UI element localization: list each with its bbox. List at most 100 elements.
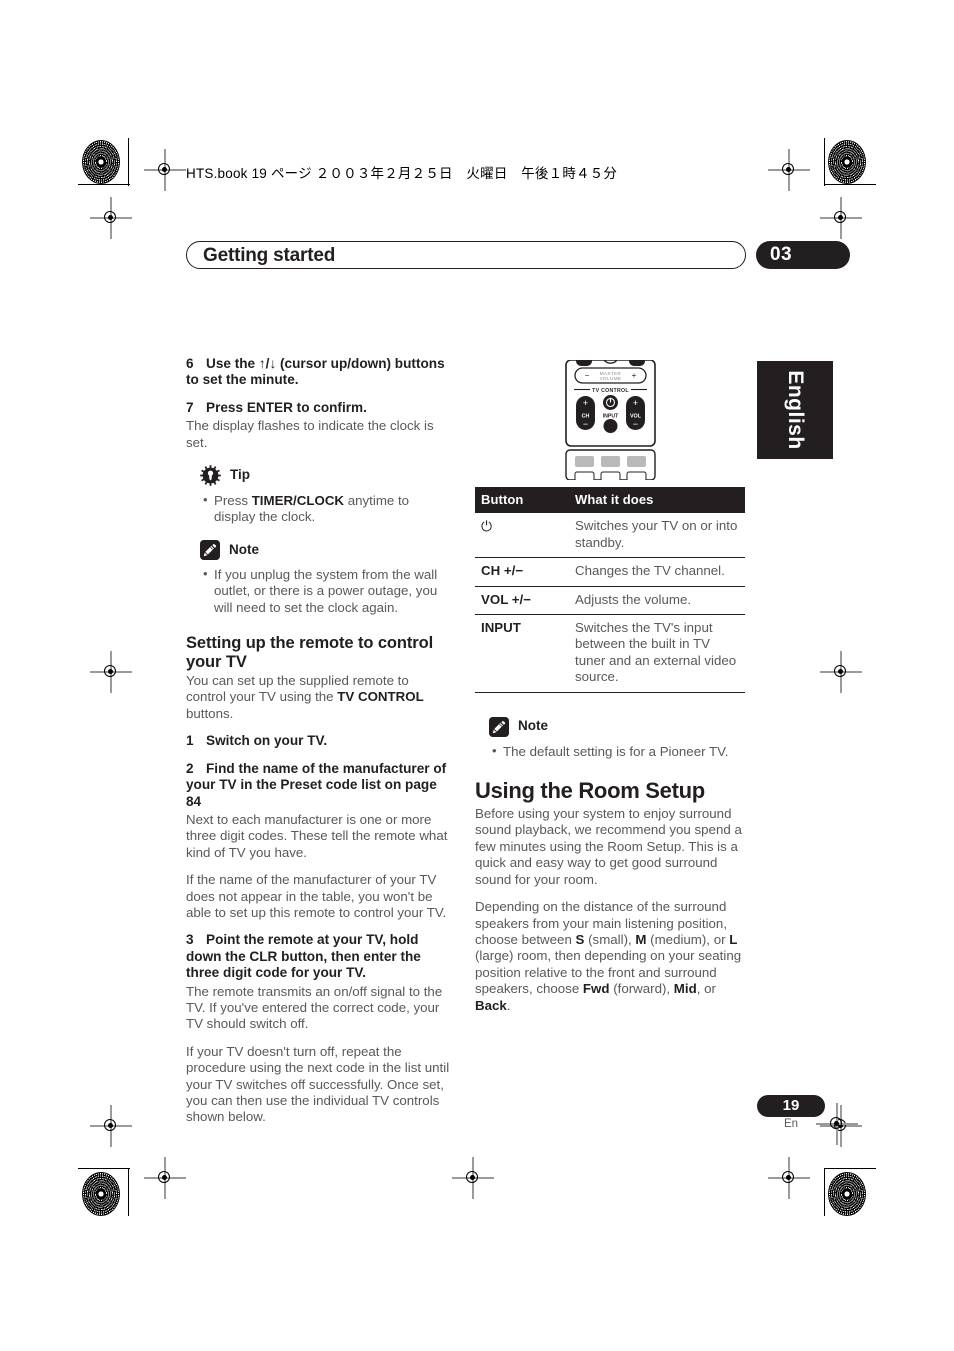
- table-row: VOL +/− Adjusts the volume.: [475, 586, 745, 616]
- tip-label: Tip: [230, 467, 250, 483]
- step-3-body-2: If your TV doesn't turn off, repeat the …: [186, 1043, 450, 1125]
- crop-mark-top-left-h: [78, 184, 130, 186]
- crop-mark-bottom-left-v: [128, 1168, 130, 1216]
- step-6-text: Use the ↑/↓ (cursor up/down) buttons to …: [186, 356, 445, 388]
- chapter-title-bar: Getting started: [186, 241, 746, 269]
- registration-mark-upper-left: [90, 197, 132, 239]
- column-header-button: Button: [475, 487, 569, 514]
- svg-text:INPUT: INPUT: [603, 414, 619, 420]
- table-row: INPUT Switches the TV's input between th…: [475, 614, 745, 693]
- table-cell-button: VOL +/−: [475, 586, 569, 616]
- crop-mark-top-left-v: [128, 138, 130, 186]
- left-text-column: 6 Use the ↑/↓ (cursor up/down) buttons to…: [186, 356, 451, 1137]
- rs-p2-seg6: , or: [696, 981, 716, 997]
- table-cell-description: Switches your TV on or into standby.: [569, 513, 745, 559]
- registration-mark-lower-left: [90, 1105, 132, 1147]
- step-2: 2 Find the name of the manufacturer of yo…: [186, 761, 451, 810]
- page-number: 19: [782, 1097, 800, 1114]
- step-1-text: Switch on your TV.: [206, 733, 328, 749]
- crop-mark-top-right-v: [824, 138, 826, 186]
- svg-text:+: +: [633, 398, 638, 408]
- step-6-number: 6: [186, 356, 194, 371]
- remote-control-illustration: − + MASTER VOLUME TV CONTROL + CH − INPU…: [563, 354, 658, 482]
- table-row: ⏻ Switches your TV on or into standby.: [475, 513, 745, 559]
- svg-text:+: +: [632, 371, 637, 380]
- table-cell-description: Changes the TV channel.: [569, 557, 745, 587]
- registration-mark-upper-right: [820, 197, 862, 239]
- remote-setup-intro: You can set up the supplied remote to co…: [186, 673, 451, 722]
- power-icon: ⏻: [475, 513, 569, 559]
- gear-icon: [200, 465, 221, 486]
- step-6: 6 Use the ↑/↓ (cursor up/down) buttons to…: [186, 356, 451, 389]
- rs-p2-bold-fwd: Fwd: [582, 981, 610, 997]
- note-bullet-list: If you unplug the system from the wall o…: [186, 566, 451, 616]
- step-2-number: 2: [186, 760, 194, 776]
- registration-rosette-bottom-left: [82, 1172, 120, 1216]
- page-title: Getting started: [203, 245, 336, 266]
- registration-mark-bottom-left: [144, 1157, 186, 1199]
- section-heading-room-setup: Using the Room Setup: [475, 778, 705, 804]
- step-7-text: Press ENTER to confirm.: [206, 399, 367, 415]
- registration-mark-top-left: [144, 149, 186, 191]
- step-2-body-1: Next to each manufacturer is one or more…: [186, 811, 448, 860]
- step-1: 1 Switch on your TV.: [186, 733, 451, 749]
- note-bullet-list: The default setting is for a Pioneer TV.: [475, 743, 745, 760]
- column-header-what-it-does: What it does: [569, 487, 745, 514]
- step-3-text: Point the remote at your TV, hold down t…: [186, 932, 421, 981]
- svg-text:VOLUME: VOLUME: [600, 376, 622, 381]
- registration-mark-bottom-center: [452, 1157, 494, 1199]
- tip-callout-header: Tip: [200, 465, 451, 486]
- tv-control-button-table: Button What it does ⏻ Switches your TV o…: [475, 487, 745, 693]
- registration-mark-bottom-right: [768, 1157, 810, 1199]
- rs-p2-seg7: .: [506, 997, 511, 1013]
- step-1-number: 1: [186, 733, 194, 749]
- tip-bullet-list: Press TIMER/CLOCK anytime to display the…: [186, 492, 451, 526]
- note-label: Note: [518, 718, 548, 734]
- rs-p2-seg5: (forward),: [609, 981, 674, 997]
- footer-language-code: En: [783, 1118, 799, 1130]
- remote-intro-post: buttons.: [186, 705, 234, 721]
- rs-p2-bold-mid: Mid: [673, 981, 697, 997]
- remote-intro-bold: TV CONTROL: [337, 689, 424, 705]
- table-cell-button: CH +/−: [475, 557, 569, 587]
- page-number-badge: 19: [757, 1095, 825, 1117]
- step-7-number: 7: [186, 399, 194, 415]
- registration-mark-top-right: [768, 149, 810, 191]
- list-item: If you unplug the system from the wall o…: [203, 566, 451, 616]
- room-setup-paragraph-1: Before using your system to enjoy surrou…: [475, 806, 742, 887]
- svg-text:+: +: [583, 398, 588, 408]
- language-tab-label: English: [784, 370, 807, 450]
- step-3-body-1: The remote transmits an on/off signal to…: [186, 983, 443, 1032]
- crop-mark-bottom-right-h: [824, 1168, 876, 1170]
- right-text-column: Button What it does ⏻ Switches your TV o…: [475, 487, 745, 1025]
- table-row: CH +/− Changes the TV channel.: [475, 557, 745, 587]
- tip-bullet-bold: TIMER/CLOCK: [251, 493, 345, 509]
- table-header-row: Button What it does: [475, 487, 745, 514]
- svg-text:−: −: [585, 371, 590, 380]
- note-label: Note: [229, 541, 259, 557]
- chapter-number-badge: 03: [756, 241, 850, 269]
- svg-text:TV CONTROL: TV CONTROL: [592, 388, 629, 394]
- rs-p2-seg3: (medium), or: [646, 931, 730, 947]
- document-page: HTS.book 19 ページ ２００３年２月２５日 火曜日 午後１時４５分 G…: [0, 0, 954, 1351]
- step-7: 7 Press ENTER to confirm.: [186, 400, 451, 416]
- tip-bullet-pre: Press: [214, 493, 252, 509]
- list-item: The default setting is for a Pioneer TV.: [492, 743, 745, 760]
- language-tab: English: [757, 361, 833, 459]
- table-cell-button: INPUT: [475, 614, 569, 693]
- crop-mark-bottom-right-v: [824, 1168, 826, 1216]
- pencil-icon: [489, 716, 509, 737]
- registration-mark-footer-right: [816, 1103, 858, 1145]
- note-callout-header: Note: [489, 716, 745, 737]
- svg-text:−: −: [633, 419, 638, 429]
- rs-p2-bold-l: L: [729, 931, 738, 947]
- table-cell-description: Adjusts the volume.: [569, 586, 745, 616]
- crop-mark-bottom-left-h: [78, 1168, 130, 1170]
- chapter-number: 03: [770, 244, 792, 265]
- step-2-body-2: If the name of the manufacturer of your …: [186, 872, 447, 920]
- step-3-number: 3: [186, 932, 194, 948]
- list-item: Press TIMER/CLOCK anytime to display the…: [203, 492, 451, 526]
- svg-text:−: −: [583, 419, 588, 429]
- registration-rosette-top-left: [82, 140, 120, 184]
- section-heading-remote-setup: Setting up the remote to control your TV: [186, 634, 434, 672]
